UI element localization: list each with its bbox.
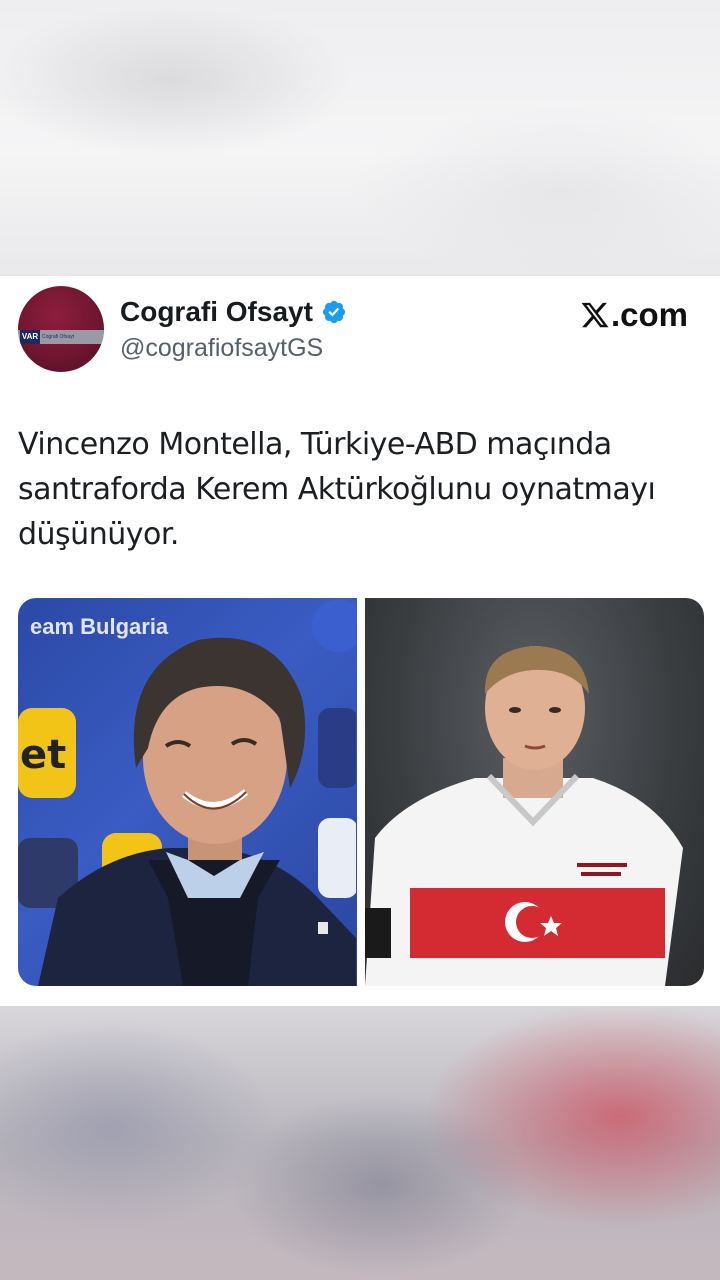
verified-badge-icon bbox=[322, 300, 346, 324]
tweet-media[interactable]: et eam Bulgaria bbox=[18, 598, 704, 986]
top-blurred-background bbox=[0, 0, 720, 276]
tweet-text: Vincenzo Montella, Türkiye-ABD maçında s… bbox=[18, 427, 656, 552]
akturkoglu-illustration bbox=[365, 646, 683, 986]
x-logo-icon bbox=[581, 302, 609, 328]
montella-illustration: et bbox=[18, 600, 357, 986]
avatar-var-tag: VAR bbox=[20, 330, 40, 344]
author-name-row: Cografi Ofsayt bbox=[120, 294, 347, 330]
author-handle[interactable]: @cografiofsaytGS bbox=[120, 334, 323, 363]
x-com-source[interactable]: .com bbox=[580, 296, 688, 334]
photo-kerem-akturkoglu[interactable] bbox=[365, 598, 704, 986]
svg-text:et: et bbox=[20, 732, 66, 778]
photo-vincenzo-montella[interactable]: et eam Bulgaria bbox=[18, 598, 357, 986]
bottom-blurred-background bbox=[0, 1006, 720, 1280]
display-name[interactable]: Cografi Ofsayt bbox=[120, 296, 313, 328]
avatar-caption: Cografi Ofsayt bbox=[42, 334, 74, 340]
source-domain: .com bbox=[610, 296, 688, 333]
tweet-card[interactable]: VAR Cografi Ofsayt Cografi Ofsayt @cogra… bbox=[0, 276, 720, 1006]
background-board-text: eam Bulgaria bbox=[30, 614, 169, 639]
avatar[interactable]: VAR Cografi Ofsayt bbox=[18, 286, 104, 372]
